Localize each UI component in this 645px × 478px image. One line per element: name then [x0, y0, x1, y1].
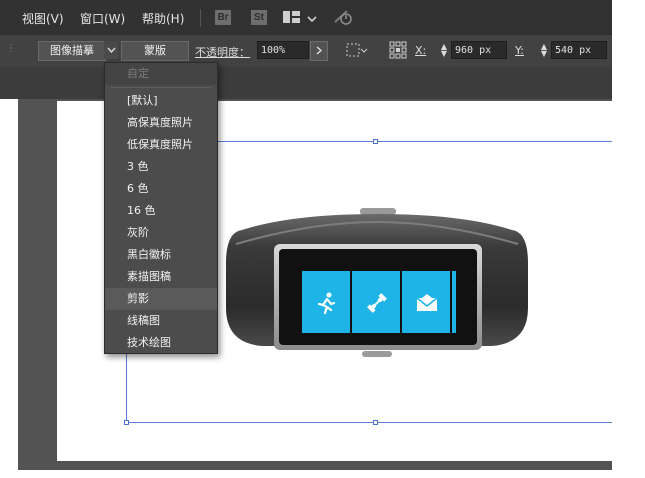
- running-icon: [316, 292, 336, 317]
- sync-icon[interactable]: [333, 8, 355, 29]
- x-field[interactable]: 960 px: [451, 41, 507, 59]
- dropdown-item-16-colors[interactable]: 16 色: [105, 200, 217, 222]
- layout-icon[interactable]: [283, 10, 301, 27]
- selection-bottom-edge: [126, 422, 612, 423]
- dropdown-item-3-colors[interactable]: 3 色: [105, 156, 217, 178]
- menu-bar: 视图(V) 窗口(W) 帮助(H) Br St: [0, 0, 612, 34]
- chevron-right-icon: [316, 46, 323, 55]
- menu-window[interactable]: 窗口(W): [80, 10, 125, 27]
- y-field[interactable]: 540 px: [551, 41, 607, 59]
- dropdown-header-custom: 自定: [105, 63, 217, 85]
- panel-grip-icon: ⋮: [6, 43, 16, 54]
- opacity-label: 不透明度：: [195, 46, 250, 59]
- selection-handle-bottom-left[interactable]: [124, 420, 129, 425]
- dumbbell-icon: [366, 292, 388, 317]
- mask-button[interactable]: 蒙版: [121, 41, 189, 61]
- opacity-field[interactable]: 100%: [257, 41, 309, 59]
- document-tab-strip: [0, 67, 612, 99]
- dropdown-item-default[interactable]: [默认]: [105, 90, 217, 112]
- selection-handle-bottom[interactable]: [373, 420, 378, 425]
- reference-point-icon[interactable]: [389, 41, 407, 62]
- dropdown-divider: [111, 87, 211, 88]
- dropdown-item-6-colors[interactable]: 6 色: [105, 178, 217, 200]
- dropdown-item-sketched-art[interactable]: 素描图稿: [105, 266, 217, 288]
- dropdown-item-technical-drawing[interactable]: 技术绘图: [105, 332, 217, 354]
- dropdown-item-line-art[interactable]: 线稿图: [105, 310, 217, 332]
- fitness-band-image[interactable]: [222, 208, 530, 358]
- opacity-arrow-button[interactable]: [310, 41, 328, 61]
- mail-icon: [416, 294, 438, 315]
- y-stepper[interactable]: ▲ ▼: [540, 43, 548, 58]
- preset-dropdown-menu: 自定 [默认] 高保真度照片 低保真度照片 3 色 6 色 16 色 灰阶 黑白…: [104, 62, 218, 354]
- selection-handle-top[interactable]: [373, 139, 378, 144]
- chevron-down-icon[interactable]: [307, 12, 317, 26]
- control-bar: ⋮ 图像描摹 蒙版 不透明度： 100% X: ▲ ▼ 960 px Y: ▲ ▼ …: [0, 34, 612, 67]
- menu-divider: [200, 9, 201, 27]
- menu-help[interactable]: 帮助(H): [142, 10, 184, 27]
- dropdown-item-grayscale[interactable]: 灰阶: [105, 222, 217, 244]
- canvas-bottom-margin: [18, 470, 612, 478]
- dropdown-item-high-fidelity-photo[interactable]: 高保真度照片: [105, 112, 217, 134]
- menu-view[interactable]: 视图(V): [22, 10, 64, 27]
- dropdown-item-silhouettes[interactable]: 剪影: [105, 288, 217, 310]
- stock-badge[interactable]: St: [251, 10, 267, 25]
- preset-dropdown-arrow[interactable]: [104, 41, 118, 59]
- y-label: Y:: [515, 44, 524, 57]
- dropdown-item-bw-logo[interactable]: 黑白徽标: [105, 244, 217, 266]
- x-label: X:: [415, 44, 427, 57]
- transform-icon[interactable]: [346, 42, 368, 61]
- preset-select[interactable]: 图像描摹: [38, 41, 106, 61]
- x-stepper[interactable]: ▲ ▼: [440, 43, 448, 58]
- dropdown-item-low-fidelity-photo[interactable]: 低保真度照片: [105, 134, 217, 156]
- bridge-badge[interactable]: Br: [215, 10, 231, 25]
